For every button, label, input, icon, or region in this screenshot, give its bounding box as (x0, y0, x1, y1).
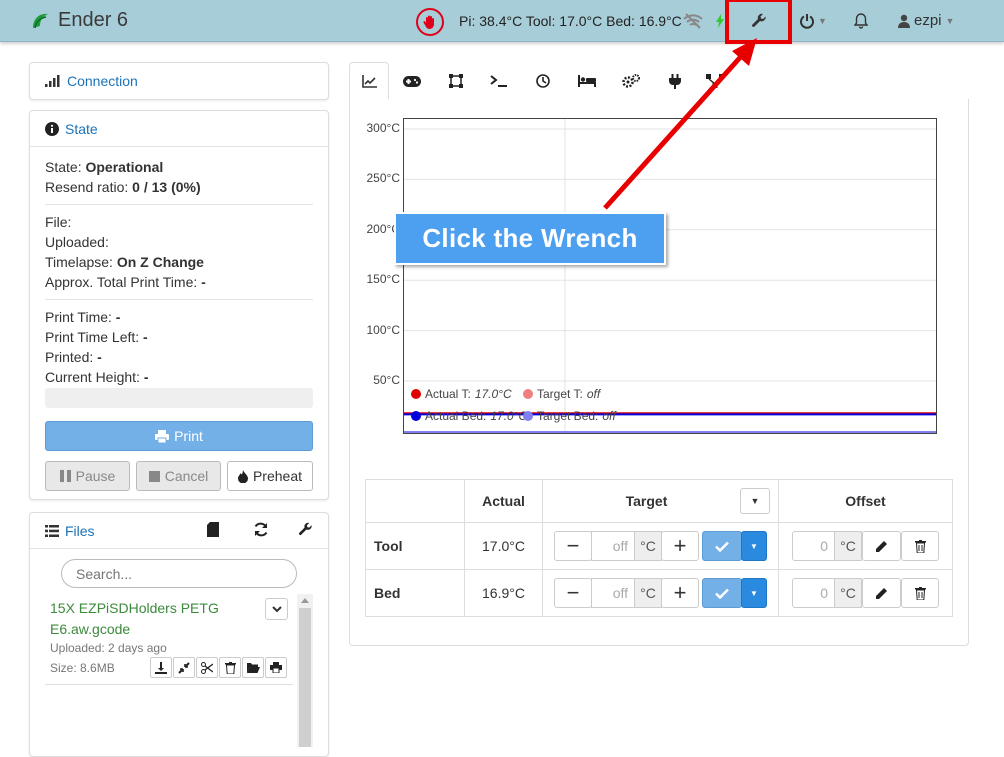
annotation-callout: Click the Wrench (394, 212, 666, 265)
annotation-arrow (603, 38, 757, 210)
